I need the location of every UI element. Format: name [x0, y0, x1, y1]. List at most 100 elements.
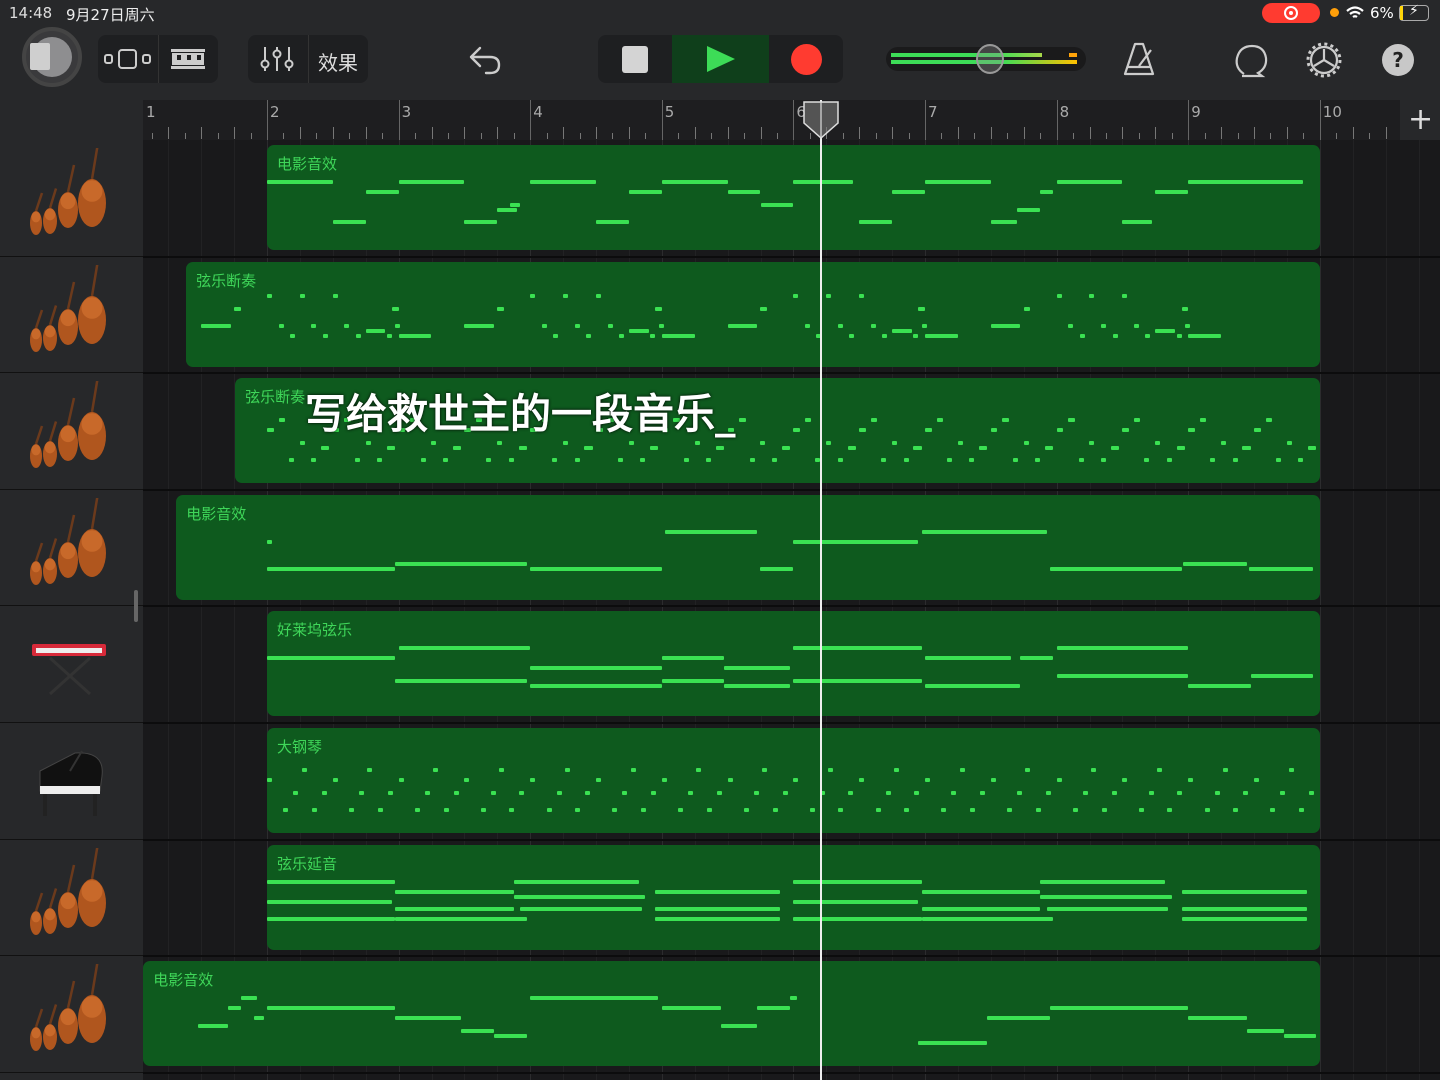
- my-songs-button[interactable]: [22, 27, 82, 87]
- ruler-tick: [365, 127, 367, 139]
- midi-note: [1045, 790, 1051, 795]
- track-region[interactable]: 电影音效: [143, 961, 1320, 1067]
- track-header[interactable]: [0, 490, 143, 607]
- loop-browser-icon[interactable]: [1232, 40, 1272, 80]
- ruler-tick: [1369, 133, 1371, 139]
- strings-instrument-icon[interactable]: [20, 847, 120, 948]
- play-icon: [707, 46, 735, 72]
- track-region[interactable]: 电影音效: [176, 494, 1320, 600]
- play-button[interactable]: [672, 35, 769, 83]
- midi-note: [619, 334, 625, 339]
- midi-note: [892, 329, 912, 334]
- ruler-tick: [1352, 127, 1354, 139]
- midi-note: [683, 458, 689, 463]
- track-region[interactable]: 弦乐延音: [267, 844, 1320, 950]
- midi-note: [464, 220, 498, 224]
- midi-note: [395, 324, 401, 329]
- keyboard-instrument-icon[interactable]: [20, 614, 120, 714]
- strings-instrument-icon[interactable]: [20, 264, 120, 365]
- midi-note: [753, 790, 759, 795]
- playhead[interactable]: [820, 100, 823, 1080]
- stop-button[interactable]: [598, 35, 672, 83]
- midi-note: [596, 220, 629, 224]
- playhead-handle[interactable]: [802, 101, 840, 139]
- midi-note: [622, 790, 628, 795]
- midi-note: [395, 917, 527, 922]
- midi-note: [387, 790, 393, 795]
- midi-note: [1133, 418, 1141, 423]
- loops-view-button[interactable]: [159, 35, 218, 83]
- midi-note: [1089, 440, 1095, 445]
- strings-instrument-icon[interactable]: [20, 148, 120, 248]
- midi-note: [1155, 190, 1189, 194]
- strings-instrument-icon[interactable]: [20, 381, 120, 481]
- midi-note: [1188, 683, 1251, 688]
- track-header[interactable]: [0, 723, 143, 840]
- settings-gear-icon[interactable]: [1304, 40, 1344, 80]
- midi-note: [530, 294, 536, 299]
- midi-note: [563, 294, 569, 299]
- master-volume-slider[interactable]: [886, 44, 1086, 74]
- grid-line: [1418, 140, 1420, 1080]
- track-region[interactable]: 好莱坞弦乐: [267, 611, 1320, 717]
- ruler-tick: [1171, 133, 1173, 139]
- ruler-tick: [957, 127, 959, 139]
- midi-note: [574, 324, 580, 329]
- midi-note: [1243, 790, 1249, 795]
- midi-note: [332, 294, 338, 299]
- bar-number: 7: [928, 103, 938, 121]
- midi-note: [510, 202, 521, 207]
- midi-note: [564, 768, 570, 772]
- track-separator: [143, 722, 1440, 724]
- ruler-tick: [349, 133, 351, 139]
- undo-icon[interactable]: [466, 42, 506, 78]
- bar-line: [530, 100, 532, 140]
- screen-recording-icon[interactable]: [1262, 3, 1320, 23]
- film-strip-icon: [171, 49, 205, 69]
- track-header[interactable]: [0, 606, 143, 723]
- track-scrollbar[interactable]: [134, 590, 138, 622]
- midi-note: [1101, 324, 1106, 329]
- bar-number: 10: [1322, 103, 1342, 121]
- track-header[interactable]: [0, 140, 143, 257]
- tracks-view-button[interactable]: [98, 35, 158, 83]
- midi-note: [556, 790, 562, 795]
- grid-line: [1385, 140, 1387, 1080]
- timeline-ruler[interactable]: 1 2 3 4 5 6 7 8 9 10: [143, 100, 1400, 140]
- midi-note: [1167, 808, 1173, 812]
- volume-knob[interactable]: [976, 44, 1004, 74]
- midi-note: [596, 778, 601, 782]
- track-header[interactable]: [0, 257, 143, 374]
- strings-instrument-icon[interactable]: [20, 497, 120, 598]
- midi-note: [760, 440, 766, 445]
- midi-note: [641, 808, 647, 812]
- midi-note: [1056, 428, 1064, 433]
- ruler-tick: [1204, 133, 1206, 139]
- mixer-button[interactable]: [248, 35, 308, 83]
- record-button[interactable]: [769, 35, 843, 83]
- track-region[interactable]: 大钢琴: [267, 728, 1320, 833]
- ruler-tick: [546, 133, 548, 139]
- piano-instrument-icon[interactable]: [20, 731, 120, 831]
- track-region[interactable]: 弦乐断奏: [186, 261, 1320, 367]
- midi-note: [266, 294, 272, 299]
- strings-instrument-icon[interactable]: [20, 964, 120, 1064]
- effects-button[interactable]: 效果: [318, 47, 358, 76]
- track-header[interactable]: [0, 840, 143, 957]
- help-button[interactable]: ?: [1382, 44, 1414, 76]
- midi-note: [1023, 440, 1029, 445]
- midi-note: [299, 440, 305, 445]
- midi-note: [793, 646, 922, 651]
- ruler-tick: [497, 127, 499, 139]
- track-region[interactable]: 电影音效: [267, 145, 1320, 250]
- midi-note: [925, 683, 1021, 688]
- midi-note: [530, 683, 662, 688]
- midi-note: [903, 458, 909, 463]
- midi-note: [299, 294, 305, 299]
- midi-note: [793, 180, 853, 184]
- track-header[interactable]: [0, 373, 143, 490]
- ruler-tick: [1254, 127, 1255, 139]
- add-section-button[interactable]: +: [1408, 102, 1433, 137]
- track-header[interactable]: [0, 956, 143, 1073]
- metronome-icon[interactable]: [1122, 40, 1158, 80]
